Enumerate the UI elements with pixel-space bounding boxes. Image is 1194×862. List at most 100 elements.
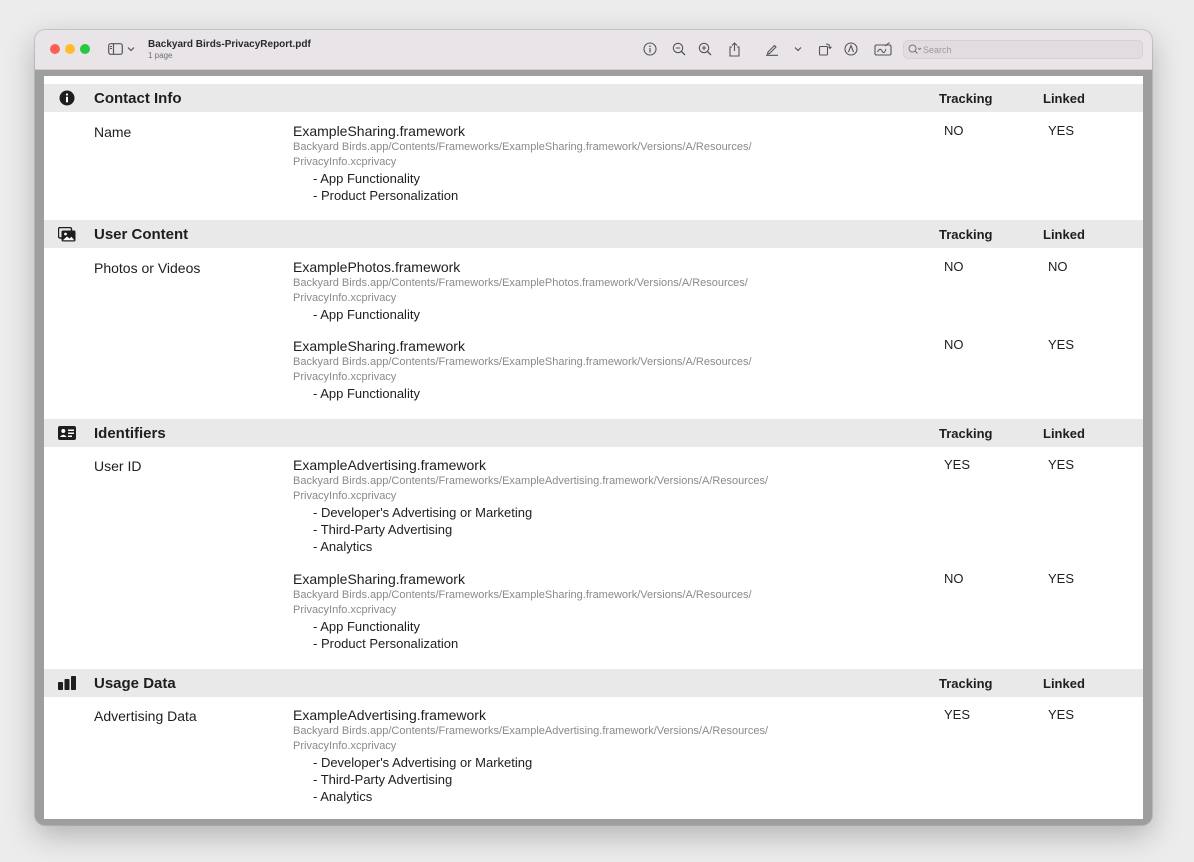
tracking-column-header: Tracking (939, 676, 993, 691)
tracking-value: NO (944, 571, 964, 586)
framework-name: ExampleSharing.framework (293, 338, 465, 354)
framework-path: Backyard Birds.app/Contents/Frameworks/E… (293, 475, 769, 487)
tracking-value: YES (944, 457, 971, 472)
preview-window: Backyard Birds-PrivacyReport.pdf 1 page (35, 30, 1152, 825)
zoom-in-icon (698, 42, 712, 56)
framework-path: Backyard Birds.app/Contents/Frameworks/E… (293, 725, 769, 737)
framework-entry: ExampleAdvertising.framework Backyard Bi… (293, 456, 893, 555)
signature-icon (874, 42, 892, 56)
framework-entry: ExampleSharing.framework Backyard Birds.… (293, 570, 893, 652)
tracking-value: NO (944, 337, 964, 352)
purpose-item: - App Functionality (313, 171, 420, 186)
linked-value: YES (1048, 571, 1075, 586)
info-button[interactable] (642, 41, 658, 57)
section-header-user-content: User Content Tracking Linked (44, 220, 1143, 248)
section-header-contact-info: Contact Info Tracking Linked (44, 84, 1143, 112)
search-input[interactable] (923, 42, 1133, 57)
framework-entry: ExampleSharing.framework Backyard Birds.… (293, 337, 893, 402)
framework-name: ExampleAdvertising.framework (293, 457, 486, 473)
share-icon (728, 41, 740, 57)
linked-value: NO (1048, 259, 1068, 274)
framework-entry: ExamplePhotos.framework Backyard Birds.a… (293, 258, 893, 323)
framework-entry: ExampleSharing.framework Backyard Birds.… (293, 122, 893, 204)
framework-path: PrivacyInfo.xcprivacy (293, 740, 397, 752)
framework-path: PrivacyInfo.xcprivacy (293, 292, 397, 304)
chevron-down-icon (794, 47, 802, 52)
linked-column-header: Linked (1043, 676, 1085, 691)
linked-value: YES (1048, 123, 1075, 138)
section-title: Usage Data (94, 675, 176, 692)
framework-path: PrivacyInfo.xcprivacy (293, 604, 397, 616)
tracking-column-header: Tracking (939, 91, 993, 106)
zoom-window-button[interactable] (80, 44, 90, 54)
linked-column-header: Linked (1043, 227, 1085, 242)
document-page-count: 1 page (148, 51, 173, 60)
zoom-out-icon (672, 42, 686, 56)
markup-button[interactable] (843, 41, 859, 57)
purpose-item: - Product Personalization (313, 636, 459, 651)
section-header-usage-data: Usage Data Tracking Linked (44, 669, 1143, 697)
framework-entry: ExampleAdvertising.framework Backyard Bi… (293, 706, 893, 805)
zoom-in-button[interactable] (697, 41, 713, 57)
framework-name: ExampleAdvertising.framework (293, 707, 486, 723)
minimize-window-button[interactable] (65, 44, 75, 54)
photos-icon (58, 226, 76, 242)
purpose-item: - Analytics (313, 789, 373, 804)
framework-name: ExampleSharing.framework (293, 123, 465, 139)
sidebar-icon (108, 43, 123, 55)
tracking-column-header: Tracking (939, 426, 993, 441)
tracking-value: NO (944, 123, 964, 138)
chevron-down-icon (127, 47, 135, 52)
framework-path: PrivacyInfo.xcprivacy (293, 156, 397, 168)
markup-icon (844, 42, 858, 56)
linked-column-header: Linked (1043, 91, 1085, 106)
purpose-item: - App Functionality (313, 619, 420, 634)
framework-path: Backyard Birds.app/Contents/Frameworks/E… (293, 589, 752, 601)
linked-value: YES (1048, 337, 1075, 352)
purpose-item: - Product Personalization (313, 188, 459, 203)
signature-button[interactable] (873, 41, 893, 57)
share-button[interactable] (726, 41, 742, 57)
search-icon (908, 44, 922, 54)
data-type-label: User ID (94, 458, 142, 474)
data-type-label: Advertising Data (94, 708, 197, 724)
section-header-identifiers: Identifiers Tracking Linked (44, 419, 1143, 447)
purpose-item: - Analytics (313, 539, 373, 554)
highlight-pen-icon (766, 44, 778, 56)
highlight-options-button[interactable] (790, 41, 806, 57)
data-type-label: Photos or Videos (94, 260, 201, 276)
framework-name: ExampleSharing.framework (293, 571, 465, 587)
sidebar-toggle-button[interactable] (108, 41, 142, 57)
linked-column-header: Linked (1043, 426, 1085, 441)
purpose-item: - App Functionality (313, 386, 420, 401)
id-card-icon (58, 425, 76, 441)
toolbar: Backyard Birds-PrivacyReport.pdf 1 page (35, 30, 1152, 70)
info-circle-icon (58, 90, 76, 106)
close-window-button[interactable] (50, 44, 60, 54)
section-title: Identifiers (94, 425, 166, 442)
purpose-item: - Third-Party Advertising (313, 772, 453, 787)
framework-path: Backyard Birds.app/Contents/Frameworks/E… (293, 356, 752, 368)
framework-path: Backyard Birds.app/Contents/Frameworks/E… (293, 277, 748, 289)
search-field[interactable] (903, 40, 1143, 59)
pdf-page: Contact Info Tracking Linked Name Exampl… (44, 76, 1143, 819)
bar-chart-icon (58, 675, 76, 691)
framework-path: Backyard Birds.app/Contents/Frameworks/E… (293, 141, 752, 153)
rotate-button[interactable] (817, 41, 833, 57)
info-icon (643, 42, 657, 56)
purpose-item: - App Functionality (313, 307, 420, 322)
purpose-item: - Developer's Advertising or Marketing (313, 505, 533, 520)
tracking-value: NO (944, 259, 964, 274)
rotate-icon (818, 43, 832, 56)
purpose-item: - Developer's Advertising or Marketing (313, 755, 533, 770)
linked-value: YES (1048, 457, 1075, 472)
tracking-value: YES (944, 707, 971, 722)
highlight-button[interactable] (764, 41, 780, 57)
framework-path: PrivacyInfo.xcprivacy (293, 371, 397, 383)
linked-value: YES (1048, 707, 1075, 722)
section-title: Contact Info (94, 90, 182, 107)
zoom-out-button[interactable] (671, 41, 687, 57)
tracking-column-header: Tracking (939, 227, 993, 242)
section-title: User Content (94, 226, 189, 243)
data-type-label: Name (94, 124, 132, 140)
